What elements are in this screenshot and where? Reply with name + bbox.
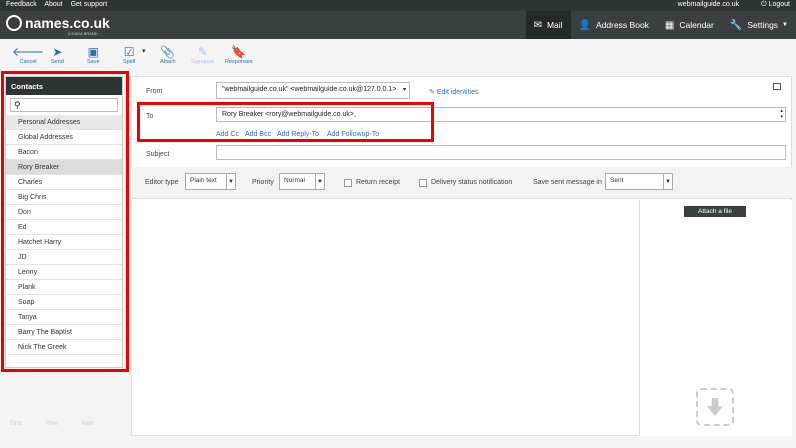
editor-type-value: Plain text [190, 177, 217, 184]
edit-identities-label: Edit identities [436, 89, 479, 96]
priority-value: Normal [284, 177, 305, 184]
main-nav: ✉ Mail 👤 Address Book ▦ Calendar 🔧 Settings ▼ [525, 11, 796, 39]
spell-dropdown[interactable]: ▾ [142, 47, 146, 55]
first-page-button[interactable]: First [10, 421, 22, 427]
spellcheck-icon: ☑ [123, 45, 135, 59]
subject-input[interactable] [216, 145, 786, 160]
responses-label: Responses [225, 59, 253, 65]
about-link[interactable]: About [44, 1, 62, 8]
brand-logo[interactable]: names.co.uk A DADA BRAND [6, 15, 110, 36]
subject-label: Subject [146, 151, 170, 158]
send-button[interactable]: ➤ Send [51, 45, 64, 65]
spell-dropdown-icon: ▾ [142, 48, 146, 55]
nav-calendar-label: Calendar [679, 20, 714, 30]
nav-address-book[interactable]: 👤 Address Book [571, 11, 657, 39]
return-receipt-label: Return receipt [356, 179, 400, 186]
power-icon: ⏻ [761, 1, 767, 8]
send-label: Send [51, 59, 64, 65]
save-sent-select[interactable]: Sent ▼ [605, 173, 673, 190]
nav-mail-label: Mail [546, 20, 563, 30]
return-receipt-checkbox[interactable] [344, 179, 352, 187]
save-label: Save [87, 59, 100, 65]
get-support-link[interactable]: Get support [71, 1, 108, 8]
nav-settings[interactable]: 🔧 Settings ▼ [722, 11, 796, 39]
highlight-box [137, 102, 434, 142]
person-icon: 👤 [578, 19, 591, 31]
feedback-link[interactable]: Feedback [6, 1, 37, 8]
nav-address-book-label: Address Book [596, 20, 649, 30]
next-page-button[interactable]: Next [81, 421, 93, 427]
back-arrow-icon: 🡐 [12, 45, 45, 59]
nav-mail[interactable]: ✉ Mail [525, 11, 571, 39]
from-value: "webmailguide.co.uk" <webmailguide.co.uk… [222, 86, 397, 93]
chevron-down-icon: ▼ [663, 174, 672, 189]
spell-label: Spell [123, 59, 136, 65]
brand-name: names.co.uk [25, 15, 110, 31]
restore-icon[interactable] [773, 83, 781, 90]
save-sent-value: Sent [610, 177, 624, 184]
attach-file-button[interactable]: Attach a file [684, 206, 746, 217]
header: names.co.uk A DADA BRAND ✉ Mail 👤 Address … [0, 11, 796, 39]
highlight-box [1, 71, 129, 372]
logo-icon [6, 15, 22, 31]
cancel-label: Cancel [19, 59, 37, 65]
top-bar: Feedback About Get support webmailguide.… [0, 0, 796, 11]
delivery-status-label: Delivery status notification [431, 179, 513, 186]
account-domain: webmailguide.co.uk [677, 1, 740, 8]
logout-link[interactable]: ⏻ Logout [751, 1, 790, 8]
calendar-icon: ▦ [664, 19, 675, 31]
drop-zone[interactable] [696, 388, 734, 426]
attach-button[interactable]: 📎 Attach [160, 45, 176, 65]
editor-type-label: Editor type [145, 179, 179, 186]
download-arrow-icon [707, 398, 723, 416]
signature-button[interactable]: ✎ Signature [191, 45, 215, 65]
delivery-status-checkbox[interactable] [419, 179, 427, 187]
nav-calendar[interactable]: ▦ Calendar [657, 11, 722, 39]
scroll-arrows-icon: ▴ ▾ [780, 108, 783, 120]
spell-button[interactable]: ☑ Spell [123, 45, 135, 65]
mail-icon: ✉ [533, 19, 542, 31]
prev-page-button[interactable]: Prev [45, 421, 57, 427]
responses-button[interactable]: 🔖 Responses [225, 45, 253, 65]
chevron-down-icon: ▾ [402, 87, 406, 93]
pen-icon: ✎ [197, 45, 208, 59]
brand-tagline: A DADA BRAND [68, 31, 98, 36]
signature-label: Signature [191, 59, 215, 65]
chevron-down-icon: ▼ [315, 174, 324, 189]
priority-label: Priority [252, 179, 274, 186]
cancel-button[interactable]: 🡐 Cancel [12, 45, 44, 65]
from-label: From [146, 88, 163, 95]
from-select[interactable]: "webmailguide.co.uk" <webmailguide.co.uk… [216, 82, 410, 99]
pencil-icon: ✎ [429, 89, 435, 96]
editor-type-select[interactable]: Plain text ▼ [185, 173, 236, 190]
paperclip-icon: 📎 [160, 45, 176, 59]
nav-settings-label: Settings [747, 20, 779, 30]
compose-options-bar: Editor type Plain text ▼ Priority Normal ▼… [131, 167, 792, 199]
wrench-icon: 🔧 [729, 19, 743, 31]
attachments-panel: Attach a file [639, 200, 792, 436]
attach-label: Attach [160, 59, 176, 65]
chevron-down-icon: ▼ [782, 22, 788, 28]
save-button[interactable]: ▣ Save [87, 45, 100, 65]
bookmark-icon: 🔖 [231, 45, 247, 59]
compose-toolbar: 🡐 Cancel ➤ Send ▣ Save ☑ Spell ▾ 📎 Attach ✎ Si… [0, 39, 796, 73]
edit-identities-link[interactable]: ✎ Edit identities [429, 88, 478, 96]
save-sent-label: Save sent message in [533, 179, 602, 186]
contacts-pager: First Prev Next [10, 421, 116, 427]
paper-plane-icon: ➤ [52, 45, 63, 59]
logout-label: Logout [768, 1, 790, 8]
floppy-disk-icon: ▣ [87, 45, 99, 59]
priority-select[interactable]: Normal ▼ [279, 173, 325, 190]
chevron-down-icon: ▼ [226, 174, 235, 189]
